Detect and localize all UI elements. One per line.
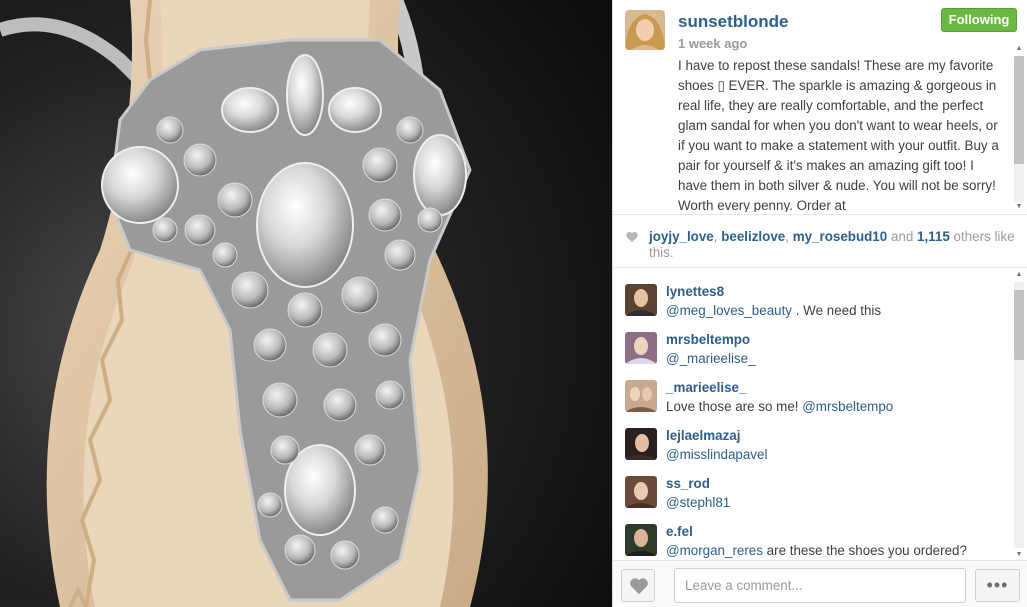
commenter-avatar-image [625,380,657,412]
author-avatar-image [625,10,665,50]
comment-username[interactable]: lynettes8 [666,284,724,299]
comment-username[interactable]: lejlaelmazaj [666,428,740,443]
comment-mention[interactable]: @stephl81 [666,495,730,510]
comment-username[interactable]: e.fel [666,524,693,539]
comment-text: @stephl81 [666,495,730,510]
more-dots-icon: ••• [986,575,1009,595]
liker-link[interactable]: my_rosebud10 [793,229,888,244]
avatar[interactable] [625,10,665,50]
likes-and: and [887,229,918,244]
comment-item: lynettes8 @meg_loves_beauty . We need th… [613,270,1013,318]
following-button[interactable]: Following [941,8,1017,32]
scroll-up-arrow-icon[interactable]: ▲ [1014,44,1024,54]
like-button[interactable] [621,569,655,602]
comment-item: ss_rod @stephl81 [613,462,1013,510]
comment-mention[interactable]: @mrsbeltempo [802,399,893,414]
heart-icon [630,578,648,595]
comment-body: . We need this [792,303,882,318]
comment-footer: ••• [613,560,1027,607]
comment-text: @_marieelise_ [666,351,756,366]
post-photo [0,0,612,607]
avatar[interactable] [625,428,657,460]
avatar[interactable] [625,284,657,316]
comment-mention[interactable]: @morgan_reres [666,543,763,558]
more-options-button[interactable]: ••• [975,569,1020,602]
scroll-up-arrow-icon[interactable]: ▲ [1014,270,1024,280]
commenter-avatar-image [625,428,657,460]
avatar[interactable] [625,524,657,556]
liker-link[interactable]: beelizlove [721,229,785,244]
comment-username[interactable]: ss_rod [666,476,710,491]
comment-text: @misslindapavel [666,447,767,462]
comment-body: Love those are so me! [666,399,803,414]
heart-small-icon [626,232,638,243]
comment-mention[interactable]: @misslindapavel [666,447,767,462]
commenter-avatar-image [625,284,657,316]
comment-mention[interactable]: @_marieelise_ [666,351,756,366]
comment-item: _marieelise_ Love those are so me! @mrsb… [613,366,1013,414]
comment-username[interactable]: _marieelise_ [666,380,746,395]
comment-text: Love those are so me! @mrsbeltempo [666,399,893,414]
scroll-down-arrow-icon[interactable]: ▼ [1014,202,1024,212]
likes-text: joyjy_love, beelizlove, my_rosebud10 and… [649,229,1019,261]
commenter-avatar-image [625,524,657,556]
likes-summary: joyjy_love, beelizlove, my_rosebud10 and… [613,214,1027,268]
comment-input[interactable] [674,568,966,603]
comment-item: e.fel @morgan_reres are these the shoes … [613,510,1013,558]
avatar[interactable] [625,332,657,364]
scrollbar-thumb[interactable] [1014,56,1024,164]
likes-separator: , [785,229,793,244]
comments-list: lynettes8 @meg_loves_beauty . We need th… [613,270,1027,560]
comment-item: mrsbeltempo @_marieelise_ [613,318,1013,366]
sandal-image [0,0,612,607]
post-detail-panel: sunsetblonde 1 week ago Following I have… [612,0,1027,607]
post-header: sunsetblonde 1 week ago Following I have… [613,0,1027,214]
comment-item: lejlaelmazaj @misslindapavel [613,414,1013,462]
post-timestamp: 1 week ago [678,36,748,51]
comment-username[interactable]: mrsbeltempo [666,332,750,347]
comments-scrollbar[interactable]: ▲ ▼ [1011,270,1025,560]
commenter-avatar-image [625,332,657,364]
comment-mention[interactable]: @meg_loves_beauty [666,303,792,318]
author-username[interactable]: sunsetblonde [678,12,789,32]
avatar[interactable] [625,380,657,412]
scrollbar-thumb[interactable] [1014,290,1024,360]
comment-text: @morgan_reres are these the shoes you or… [666,543,967,558]
commenter-avatar-image [625,476,657,508]
post-caption: I have to repost these sandals! These ar… [678,58,999,212]
comment-text: @meg_loves_beauty . We need this [666,303,881,318]
avatar[interactable] [625,476,657,508]
scroll-down-arrow-icon[interactable]: ▼ [1014,550,1024,560]
comment-body: are these the shoes you ordered? [762,543,967,558]
caption-scrollbar[interactable]: ▲ ▼ [1011,44,1025,212]
liker-link[interactable]: joyjy_love [649,229,714,244]
likes-count[interactable]: 1,115 [917,229,950,244]
